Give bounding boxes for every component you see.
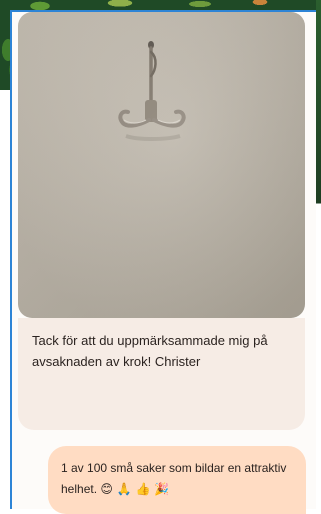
reply-emojis: 😊 🙏 👍 🎉 (100, 482, 170, 496)
reply-bubble[interactable]: 1 av 100 små saker som bildar en attrakt… (48, 446, 306, 514)
reply-message-text: 1 av 100 små saker som bildar en attrakt… (61, 461, 287, 496)
photo-shading (18, 12, 305, 318)
message-caption-text: Tack för att du uppmärksammade mig på av… (32, 333, 268, 369)
reply-text-container: 1 av 100 små saker som bildar en attrakt… (61, 458, 299, 500)
window-edge (316, 0, 321, 509)
message-photo[interactable] (18, 12, 305, 318)
message-caption-card: Tack för att du uppmärksammade mig på av… (18, 318, 305, 430)
